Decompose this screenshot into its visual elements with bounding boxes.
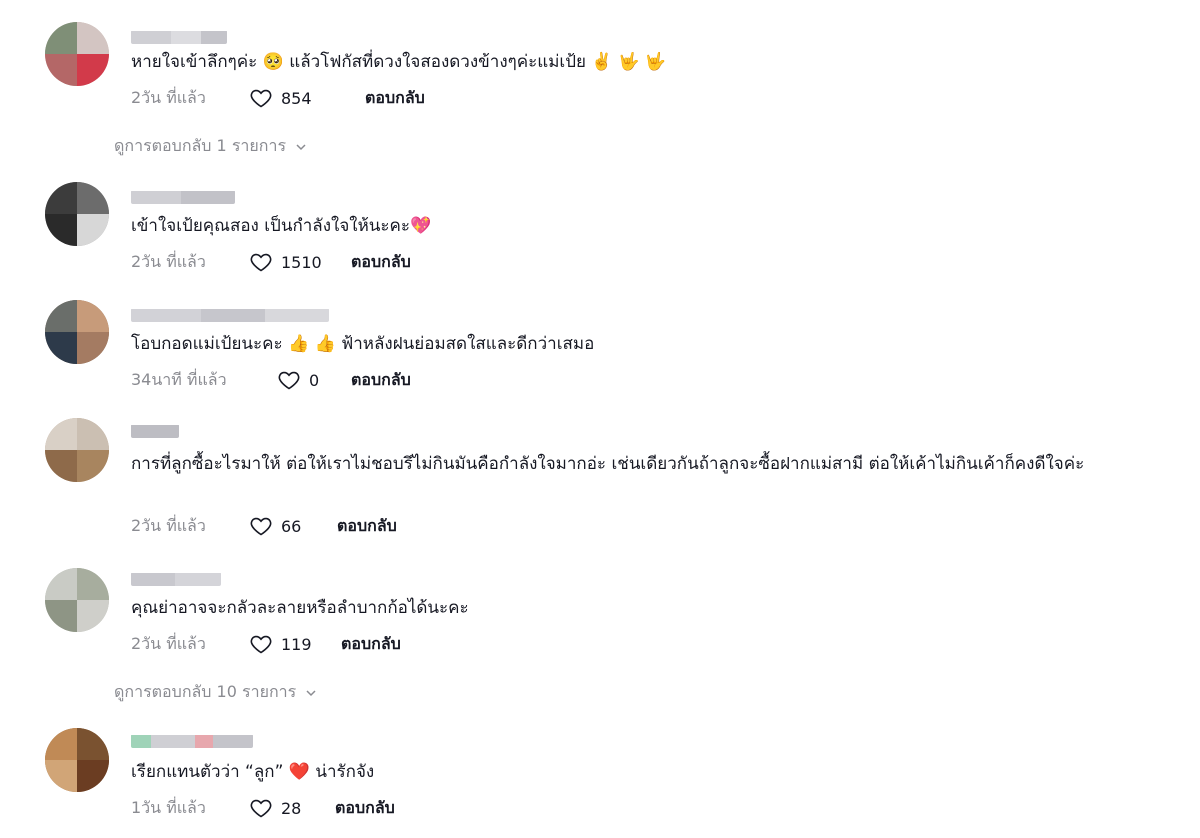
comment-text: เข้าใจเป้ยคุณสอง เป็นกำลังใจให้นะคะ💖 [131,216,432,236]
avatar[interactable] [45,568,109,632]
avatar[interactable] [45,300,109,364]
comment-time: 2วัน ที่แล้ว [131,87,206,107]
like-button[interactable]: 0 [277,368,337,392]
username-blurred[interactable] [131,30,227,44]
chevron-down-icon [306,689,316,696]
username-blurred[interactable] [131,190,235,204]
comment-time: 2วัน ที่แล้ว [131,633,206,653]
view-replies-button[interactable]: ดูการตอบกลับ 10 รายการ [114,680,318,705]
reply-button[interactable]: ตอบกลับ [351,250,411,275]
username-blurred[interactable] [131,734,253,748]
like-button[interactable]: 28 [249,796,325,820]
heart-outline-icon [250,89,272,108]
comment-meta: 2วัน ที่แล้ว 854 ตอบกลับ [131,86,425,110]
comment-text: โอบกอดแม่เป้ยนะคะ 👍 👍 ฟ้าหลังฝนย่อมสดใสแ… [131,334,595,354]
reply-button[interactable]: ตอบกลับ [365,86,425,111]
comment-text: เรียกแทนตัวว่า “ลูก” ❤️ น่ารักจัง [131,762,375,782]
comment-text: คุณย่าอาจจะกลัวละลายหรือลำบากก้อได้นะคะ [131,598,469,618]
reply-button[interactable]: ตอบกลับ [351,368,411,393]
username-blurred[interactable] [131,308,329,322]
heart-outline-icon [250,635,272,654]
like-count: 854 [281,88,312,108]
comment-time: 34นาที ที่แล้ว [131,369,227,389]
comment-meta: 1วัน ที่แล้ว 28 ตอบกลับ [131,796,395,820]
avatar[interactable] [45,22,109,86]
avatar[interactable] [45,418,109,482]
heart-outline-icon [250,517,272,536]
like-count: 28 [281,798,302,818]
avatar[interactable] [45,182,109,246]
comment-time: 1วัน ที่แล้ว [131,797,206,817]
like-count: 1510 [281,252,322,272]
like-count: 0 [309,370,320,390]
chevron-down-icon [296,143,306,150]
comment-text: หายใจเข้าลึกๆค่ะ 🥺 แล้วโฟกัสที่ดวงใจสองด… [131,52,666,72]
comment-meta: 2วัน ที่แล้ว 1510 ตอบกลับ [131,250,411,274]
heart-outline-icon [250,799,272,818]
comment-text: การที่ลูกซื้อะไรมาให้ ต่อให้เราไม่ชอบรึไ… [131,454,1085,474]
comment-meta: 2วัน ที่แล้ว 119 ตอบกลับ [131,632,401,656]
comment-time: 2วัน ที่แล้ว [131,251,206,271]
like-count: 66 [281,516,302,536]
comment-time: 2วัน ที่แล้ว [131,515,206,535]
like-button[interactable]: 1510 [249,250,339,274]
like-button[interactable]: 854 [249,86,339,110]
comment-meta: 2วัน ที่แล้ว 66 ตอบกลับ [131,514,397,538]
reply-button[interactable]: ตอบกลับ [335,796,395,821]
username-blurred[interactable] [131,572,221,586]
username-blurred[interactable] [131,424,179,438]
view-replies-label: ดูการตอบกลับ 10 รายการ [114,682,297,701]
view-replies-button[interactable]: ดูการตอบกลับ 1 รายการ [114,134,308,159]
avatar[interactable] [45,728,109,792]
like-count: 119 [281,634,312,654]
like-button[interactable]: 66 [249,514,325,538]
heart-outline-icon [278,371,300,390]
heart-outline-icon [250,253,272,272]
comment-meta: 34นาที ที่แล้ว 0 ตอบกลับ [131,368,411,392]
reply-button[interactable]: ตอบกลับ [341,632,401,657]
reply-button[interactable]: ตอบกลับ [337,514,397,539]
like-button[interactable]: 119 [249,632,339,656]
view-replies-label: ดูการตอบกลับ 1 รายการ [114,136,287,155]
